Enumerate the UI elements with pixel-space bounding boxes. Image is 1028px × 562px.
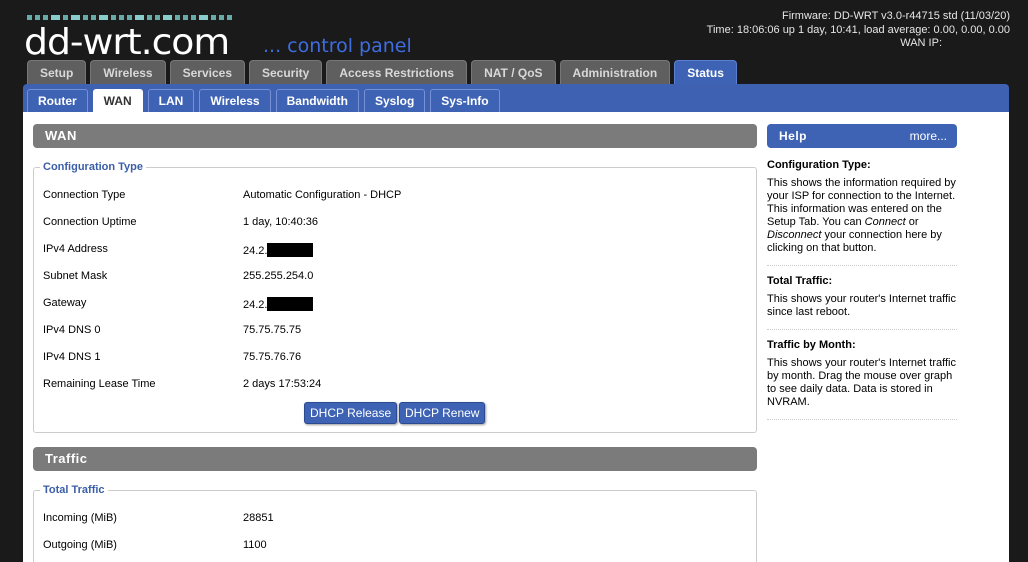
tab-wireless[interactable]: Wireless [90, 60, 166, 85]
firmware-info: Firmware: DD-WRT v3.0-r44715 std (11/03/… [707, 10, 1010, 51]
redacted-block [267, 297, 314, 311]
tab-administration[interactable]: Administration [559, 60, 671, 85]
row-label: Connection Type [43, 189, 126, 201]
help-text: This shows your router's Internet traffi… [767, 293, 956, 318]
tab-status[interactable]: Status [674, 60, 737, 86]
subtab-wan[interactable]: WAN [92, 89, 143, 112]
wan-section-title: WAN [33, 124, 757, 148]
subtab-router[interactable]: Router [27, 89, 88, 112]
row-value: 75.75.75.75 [243, 324, 302, 336]
row-value: 75.75.76.76 [243, 351, 302, 363]
tab-nat-qos[interactable]: NAT / QoS [471, 60, 556, 85]
help-text: This shows the information required by y… [767, 177, 956, 254]
dhcp-renew-button[interactable]: DHCP Renew [399, 402, 486, 424]
row-label: Subnet Mask [43, 270, 108, 282]
row-label: Gateway [43, 297, 87, 309]
row-value: 24.2. [243, 299, 268, 311]
row-label: IPv4 DNS 0 [43, 324, 101, 336]
row-value: 255.255.254.0 [243, 270, 314, 282]
wan-ip: WAN IP: [900, 37, 942, 49]
help-heading: Total Traffic: [767, 275, 833, 287]
logo-decoration [27, 15, 232, 20]
tagline: ... control panel [263, 35, 412, 57]
help-heading: Traffic by Month: [767, 339, 856, 351]
tab-access-restrictions[interactable]: Access Restrictions [326, 60, 468, 85]
firmware-version: Firmware: DD-WRT v3.0-r44715 std (11/03/… [781, 10, 1010, 22]
row-value: 1100 [243, 539, 267, 551]
main-tabs: Setup Wireless Services Security Access … [27, 60, 737, 86]
subtab-syslog[interactable]: Syslog [363, 89, 426, 112]
help-heading: Configuration Type: [767, 159, 871, 171]
content-area: WAN Configuration Type Connection Type Au… [23, 112, 1009, 562]
row-label: IPv4 DNS 1 [43, 351, 101, 363]
sub-tabs: Router WAN LAN Wireless Bandwidth Syslog… [27, 89, 500, 112]
traffic-section-title: Traffic [33, 447, 757, 471]
row-value: 28851 [243, 512, 274, 524]
row-label: Connection Uptime [43, 216, 137, 228]
help-title: Help [779, 129, 808, 143]
redacted-block [267, 243, 314, 257]
subtab-bandwidth[interactable]: Bandwidth [275, 89, 359, 112]
system-time: Time: 18:06:06 up 1 day, 10:41, load ave… [706, 23, 1010, 36]
dhcp-release-button[interactable]: DHCP Release [304, 402, 398, 424]
help-header: Help more... [767, 124, 957, 148]
row-label: Remaining Lease Time [43, 378, 156, 390]
subtab-sys-info[interactable]: Sys-Info [430, 89, 500, 112]
logo: dd-wrt.com [24, 22, 230, 63]
tab-services[interactable]: Services [169, 60, 245, 85]
configuration-type-legend: Configuration Type [40, 161, 147, 173]
help-more-link[interactable]: more... [910, 124, 947, 148]
row-value: 2 days 17:53:24 [243, 378, 322, 390]
subtab-lan[interactable]: LAN [147, 89, 195, 112]
row-value: 24.2. [243, 245, 268, 257]
help-traffic-by-month: Traffic by Month: This shows your router… [767, 339, 957, 420]
tab-setup[interactable]: Setup [27, 60, 87, 85]
row-value: Automatic Configuration - DHCP [243, 189, 402, 201]
total-traffic-legend: Total Traffic [40, 484, 108, 496]
configuration-type-box: Configuration Type Connection Type Automa… [33, 161, 757, 433]
subtab-wireless[interactable]: Wireless [199, 89, 271, 112]
total-traffic-box: Total Traffic Incoming (MiB) 28851 Outgoi… [33, 484, 757, 562]
help-text: This shows your router's Internet traffi… [767, 357, 956, 408]
help-total-traffic: Total Traffic: This shows your router's … [767, 275, 957, 330]
row-label: IPv4 Address [43, 243, 108, 255]
help-configuration-type: Configuration Type: This shows the infor… [767, 159, 957, 266]
tab-security[interactable]: Security [249, 60, 323, 85]
row-label: Outgoing (MiB) [43, 539, 117, 551]
row-label: Incoming (MiB) [43, 512, 117, 524]
row-value: 1 day, 10:40:36 [243, 216, 319, 228]
